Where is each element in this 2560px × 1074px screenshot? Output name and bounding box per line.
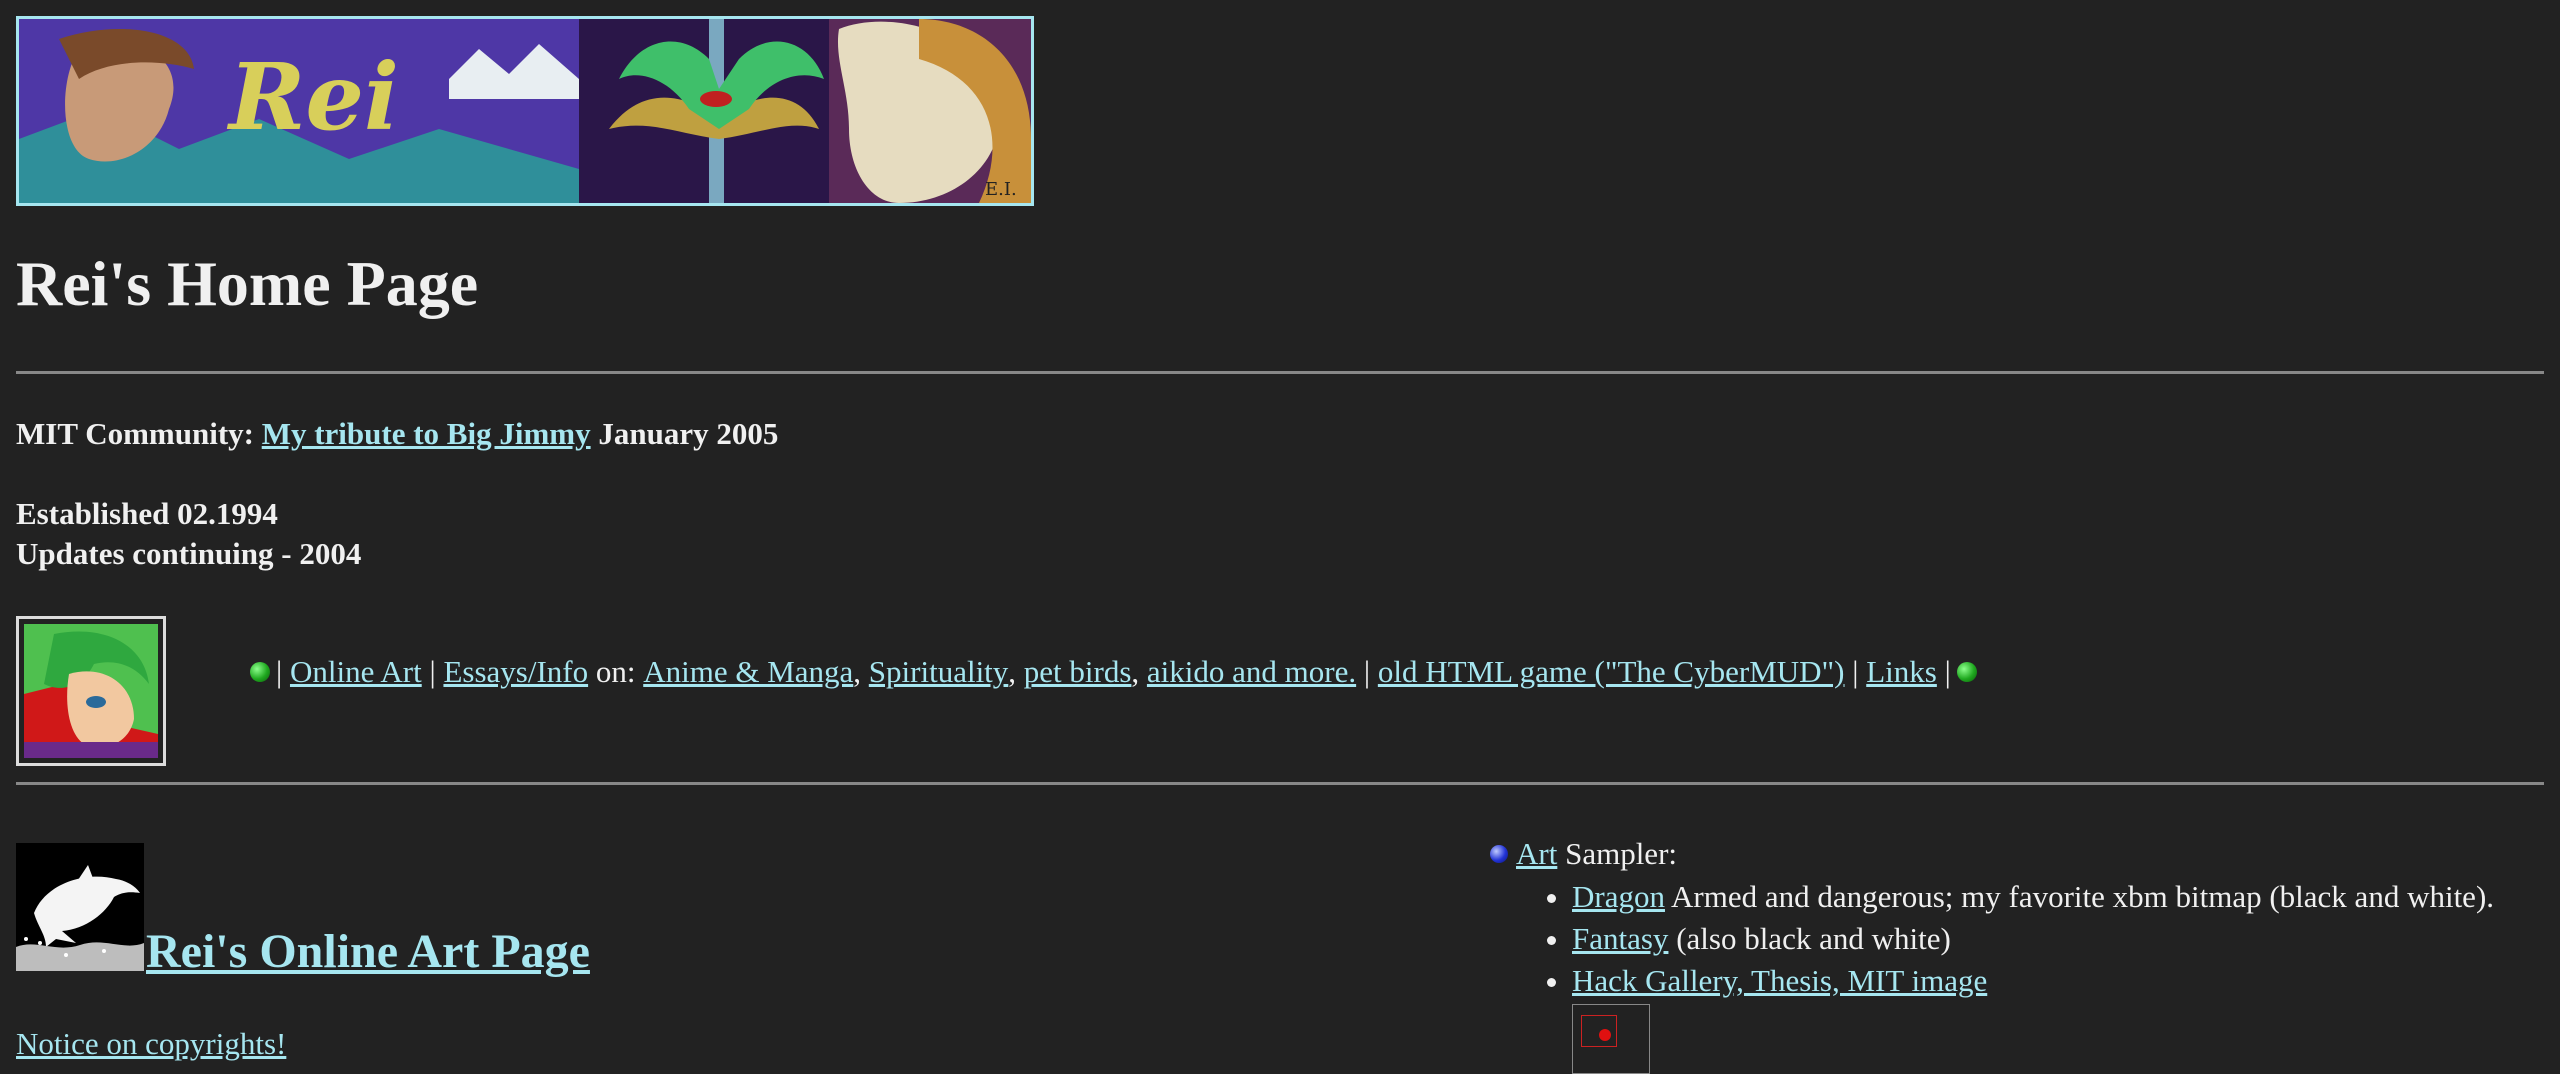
nav-separator: | (1944, 654, 1951, 689)
nav-links-link[interactable]: Links (1866, 652, 1937, 692)
nav-on-label: on: (595, 654, 636, 689)
nav-separator: | (276, 654, 283, 689)
big-jimmy-tribute-link[interactable]: My tribute to Big Jimmy (262, 416, 591, 451)
dolphin-icon[interactable] (16, 843, 144, 971)
list-item: Dragon Armed and dangerous; my favorite … (1572, 876, 2494, 918)
nav-online-art-link[interactable]: Online Art (290, 652, 422, 692)
nav-separator: | (1363, 654, 1371, 689)
dragon-description: Armed and dangerous; my favorite xbm bit… (1671, 879, 2495, 914)
divider (16, 371, 2544, 374)
fantasy-link[interactable]: Fantasy (1572, 921, 1668, 956)
dragon-link[interactable]: Dragon (1572, 879, 1665, 914)
main-navigation: | Online Art | Essays/Info on: Anime & M… (244, 652, 1983, 692)
banner-signature: E.I. (985, 179, 1017, 200)
nav-anime-manga-link[interactable]: Anime & Manga (643, 652, 853, 692)
nav-aikido-link[interactable]: aikido and more. (1147, 652, 1356, 692)
avatar-portrait-icon (24, 624, 158, 758)
nav-pet-birds-link[interactable]: pet birds (1024, 652, 1132, 692)
copyright-notice-link[interactable]: Notice on copyrights! (16, 1024, 286, 1064)
nav-separator: | (1852, 654, 1859, 689)
mit-community-date: January 2005 (598, 416, 779, 451)
art-sampler-heading: Art Sampler: (1490, 834, 1677, 874)
mit-community-line: MIT Community: My tribute to Big Jimmy J… (16, 414, 778, 454)
sampler-label: Sampler: (1565, 836, 1677, 871)
fantasy-description: (also black and white) (1676, 921, 1951, 956)
updates-note: Updates continuing - 2004 (16, 536, 362, 571)
divider (16, 782, 2544, 785)
avatar (16, 616, 166, 766)
page-title: Rei's Home Page (16, 248, 479, 319)
broken-image-icon[interactable] (1572, 1004, 1650, 1074)
banner-image: Rei E.I. (16, 16, 1034, 206)
online-art-page-link[interactable]: Rei's Online Art Page (146, 922, 590, 982)
hack-gallery-link[interactable]: Hack Gallery, Thesis, MIT image (1572, 963, 1987, 998)
nav-cybermud-game-link[interactable]: old HTML game ("The CyberMUD") (1378, 652, 1845, 692)
nav-spirituality-link[interactable]: Spirituality (869, 652, 1009, 692)
blue-ball-icon (1490, 845, 1508, 863)
list-item: Hack Gallery, Thesis, MIT image (1572, 960, 2494, 1002)
green-ball-icon (250, 662, 270, 682)
mit-community-label: MIT Community: (16, 416, 254, 451)
green-ball-icon (1956, 662, 1977, 682)
nav-separator: | (429, 654, 436, 689)
banner-logo-text: Rei (226, 43, 399, 151)
established-date: Established 02.1994 (16, 496, 278, 531)
art-sampler-link[interactable]: Art (1516, 834, 1557, 874)
nav-essays-link[interactable]: Essays/Info (443, 652, 588, 692)
established-info: Established 02.1994 Updates continuing -… (16, 494, 361, 574)
list-item: Fantasy (also black and white) (1572, 918, 2494, 960)
art-sampler-list: Dragon Armed and dangerous; my favorite … (1532, 876, 2494, 1002)
